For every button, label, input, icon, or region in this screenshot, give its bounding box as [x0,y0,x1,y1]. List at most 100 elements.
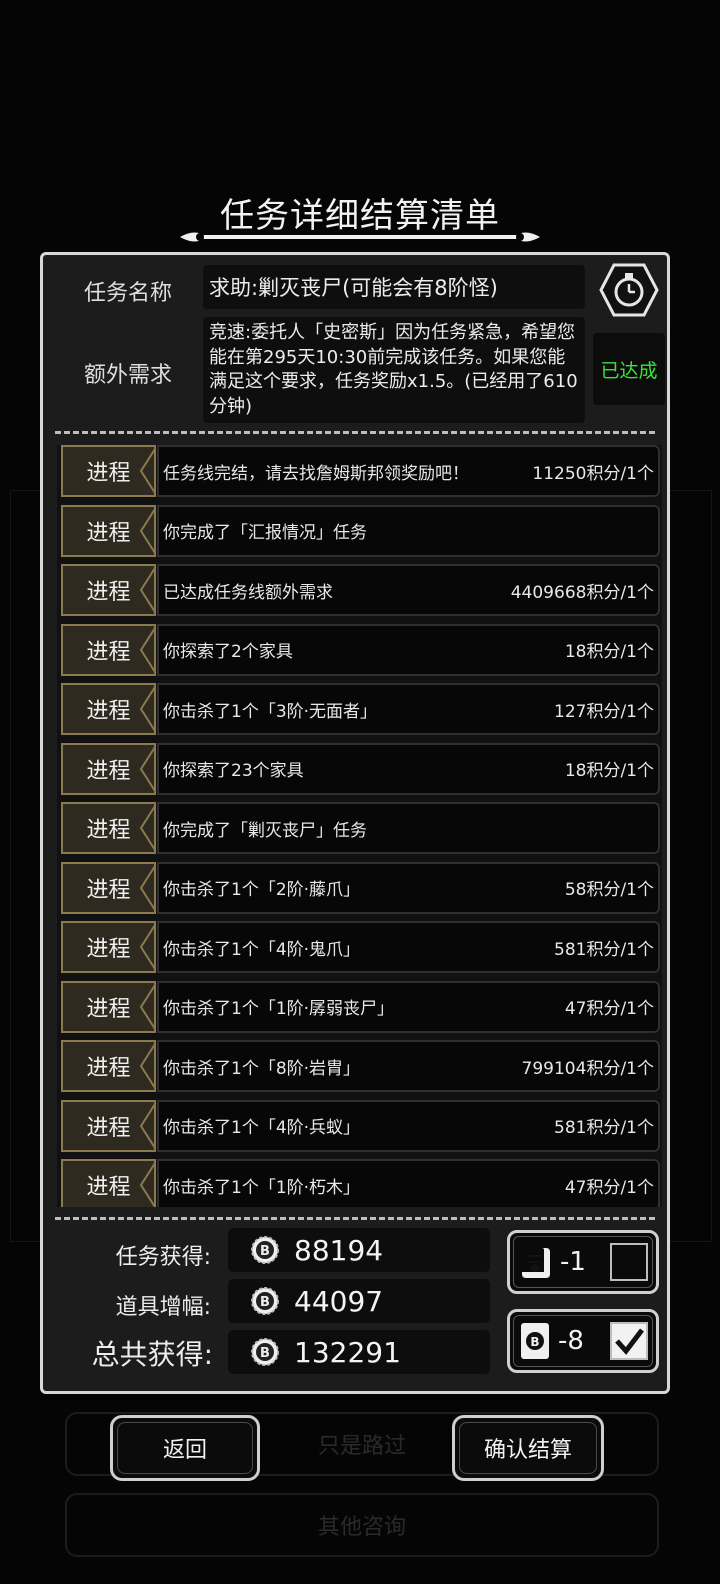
progress-row: 进程 你击杀了1个「1阶·朽木」 47积分/1个 [57,1159,662,1207]
progress-body: 你击杀了1个「3阶·无面者」 127积分/1个 [157,683,660,735]
svg-text:B: B [530,1335,539,1349]
progress-tag-label: 进程 [86,699,131,724]
progress-score: 18积分/1个 [564,642,654,662]
confirm-settlement-button[interactable]: 确认结算 [452,1415,604,1481]
progress-row: 进程 你完成了「剿灭丧尸」任务 [57,802,662,854]
progress-tag: 进程 [61,504,156,557]
progress-row: 进程 你击杀了1个「4阶·兵蚁」 581积分/1个 [57,1099,662,1152]
progress-tag: 进程 [61,623,156,676]
chevron-left-icon [139,686,156,732]
task-name-value: 求助:剿灭丧尸(可能会有8阶怪) [203,265,585,309]
task-earned-box: B 88194 [228,1228,490,1272]
progress-tag: 进程 [61,861,156,914]
progress-body: 你击杀了1个「4阶·鬼爪」 581积分/1个 [157,921,660,973]
progress-description: 你击杀了1个「2阶·藤爪」 [163,880,361,900]
card-item-toggle[interactable]: B -8 [507,1309,659,1373]
coin-icon: B [251,1236,279,1264]
progress-description: 你完成了「剿灭丧尸」任务 [163,820,367,841]
chevron-left-icon [139,983,156,1030]
progress-score: 11250积分/1个 [532,463,654,484]
progress-score: 581积分/1个 [554,1118,654,1138]
total-earned-box: B 132291 [228,1330,490,1374]
progress-row: 进程 任务线完结，请去找詹姆斯邦领奖励吧！ 11250积分/1个 [57,445,662,497]
scroll-item-toggle[interactable]: -1 [507,1230,659,1294]
progress-tag: 进程 [61,683,156,735]
progress-body: 你探索了2个家具 18积分/1个 [157,623,660,676]
svg-text:B: B [260,1244,270,1259]
extra-status-badge: 已达成 [593,333,665,405]
progress-description: 你击杀了1个「4阶·兵蚁」 [163,1118,361,1138]
progress-score: 47积分/1个 [564,1177,654,1198]
progress-tag-label: 进程 [86,818,131,843]
divider [55,1217,655,1220]
task-name-label: 任务名称 [63,275,193,307]
progress-tag: 进程 [61,564,156,616]
progress-description: 你完成了「汇报情况」任务 [163,523,367,543]
progress-description: 已达成任务线额外需求 [163,582,333,603]
progress-description: 你击杀了1个「4阶·鬼爪」 [163,939,361,960]
chevron-left-icon [139,1043,156,1089]
progress-description: 任务线完结，请去找詹姆斯邦领奖励吧！ [163,463,469,484]
progress-body: 已达成任务线额外需求 4409668积分/1个 [157,564,660,616]
progress-body: 你完成了「剿灭丧尸」任务 [157,802,660,854]
progress-tag-label: 进程 [86,580,131,605]
progress-row: 进程 你击杀了1个「8阶·岩胄」 799104积分/1个 [57,1040,662,1092]
background-consult-button: 其他咨询 [65,1493,659,1557]
extra-requirement-text: 竞速:委托人「史密斯」因为任务紧急，希望您能在第295天10:30前完成该任务。… [203,317,585,423]
progress-tag-label: 进程 [86,1056,131,1081]
coin-card-icon: B [521,1323,549,1359]
progress-row: 进程 你探索了2个家具 18积分/1个 [57,623,662,676]
chevron-left-icon [139,1162,156,1207]
progress-row: 进程 你击杀了1个「3阶·无面者」 127积分/1个 [57,683,662,735]
progress-score: 127积分/1个 [554,701,654,722]
scroll-item-count: -1 [560,1247,586,1277]
confirm-button-label: 确认结算 [483,1438,572,1463]
progress-row: 进程 你击杀了1个「2阶·藤爪」 58积分/1个 [57,861,662,914]
progress-tag-label: 进程 [86,758,131,784]
progress-body: 你击杀了1个「2阶·藤爪」 58积分/1个 [157,861,660,914]
back-button[interactable]: 返回 [110,1415,260,1481]
progress-tag-label: 进程 [86,937,131,962]
progress-tag-label: 进程 [86,877,131,903]
card-item-checkbox[interactable] [610,1322,648,1360]
title-ornament-icon [180,232,540,242]
progress-description: 你探索了2个家具 [163,642,293,662]
progress-score: 58积分/1个 [564,880,654,900]
progress-description: 你探索了23个家具 [163,761,304,781]
progress-score: 4409668积分/1个 [510,582,654,603]
divider [55,431,655,434]
chevron-left-icon [139,864,156,911]
total-earned-label: 总共获得: [91,1338,213,1371]
progress-tag-label: 进程 [86,461,131,486]
progress-tag: 进程 [61,742,156,795]
progress-description: 你击杀了1个「8阶·岩胄」 [163,1058,361,1079]
settlement-dialog: 任务名称 求助:剿灭丧尸(可能会有8阶怪) 额外需求 竞速:委托人「史密斯」因为… [40,252,670,1394]
progress-tag: 进程 [61,1099,156,1152]
chevron-left-icon [139,1102,156,1149]
progress-score: 47积分/1个 [564,999,654,1019]
progress-tag: 进程 [61,802,156,854]
progress-description: 你击杀了1个「1阶·朽木」 [163,1177,361,1198]
item-bonus-value: 44097 [294,1284,384,1318]
svg-text:B: B [260,1295,270,1310]
scroll-item-checkbox[interactable] [610,1243,648,1281]
coin-icon: B [251,1287,279,1315]
progress-tag-label: 进程 [86,1175,131,1200]
stopwatch-icon [599,263,659,317]
item-bonus-box: B 44097 [228,1279,490,1323]
progress-tag: 进程 [61,921,156,973]
progress-tag-label: 进程 [86,639,131,665]
progress-row: 进程 你击杀了1个「4阶·鬼爪」 581积分/1个 [57,921,662,973]
chevron-left-icon [139,567,156,613]
chevron-left-icon [139,924,156,970]
progress-body: 你完成了「汇报情况」任务 [157,504,660,557]
chevron-left-icon [139,805,156,851]
progress-list[interactable]: 进程 任务线完结，请去找詹姆斯邦领奖励吧！ 11250积分/1个 进程 你完成了「汇报情… [57,445,662,1207]
progress-body: 你击杀了1个「1阶·孱弱丧尸」 47积分/1个 [157,980,660,1033]
task-earned-label: 任务获得: [115,1245,211,1270]
chevron-left-icon [139,745,156,792]
task-earned-value: 88194 [294,1233,384,1267]
back-button-label: 返回 [162,1438,207,1463]
progress-tag: 进程 [61,1040,156,1092]
svg-text:B: B [260,1346,270,1361]
